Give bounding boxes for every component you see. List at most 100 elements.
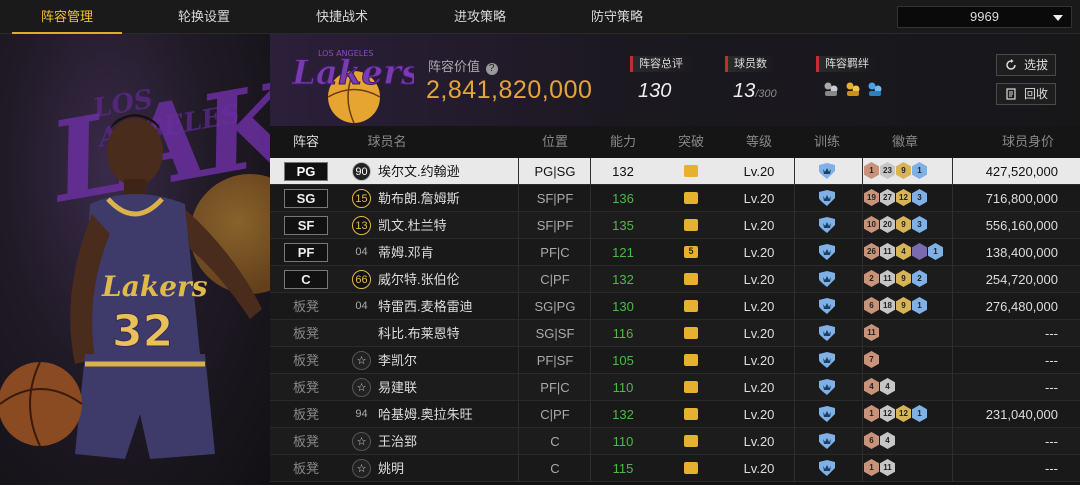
badge-hex-icon[interactable]: 1 [912,297,927,314]
roster-row[interactable]: SF 13 凯文.杜兰特 SF|PF 135 Lv.20 10 20 9 3 556,160,000 [270,212,1080,239]
training-shield-icon[interactable] [817,163,837,179]
badge-hex-icon[interactable]: 1 [912,162,927,179]
roster-row[interactable]: 板凳 ☆ 易建联 PF|C 110 Lv.20 4 4 --- [270,374,1080,401]
recycle-button[interactable]: 回收 [996,83,1056,105]
badge-hex-icon[interactable]: 19 [864,189,879,206]
badge-hex-icon[interactable]: 23 [880,162,895,179]
col-player-name[interactable]: 球员名 [352,126,422,158]
badge-hex-icon[interactable]: 3 [912,216,927,233]
col-level[interactable]: 等级 [724,126,794,158]
badge-hex-icon[interactable]: 12 [896,189,911,206]
breakthrough-crown-icon[interactable] [684,435,698,447]
badge-hex-icon[interactable] [912,243,927,260]
roster-row[interactable]: 板凳 94 哈基姆.奥拉朱旺 C|PF 132 Lv.20 1 12 12 1 231,040,00… [270,401,1080,428]
breakthrough-crown-icon[interactable]: 5 [684,246,698,258]
training-shield-icon[interactable] [817,433,837,449]
col-lineup[interactable]: 阵容 [284,126,328,158]
badge-hex-icon[interactable]: 4 [880,378,895,395]
breakthrough-crown-icon[interactable] [684,219,698,231]
lineup-slot-badge: SF [284,216,328,235]
tab-quick-tactics[interactable]: 快捷战术 [287,0,397,34]
training-shield-icon[interactable] [817,244,837,260]
select-button[interactable]: 选拔 [996,54,1056,76]
badge-hex-icon[interactable]: 9 [896,216,911,233]
badge-hex-icon[interactable]: 2 [864,270,879,287]
badge-hex-icon[interactable]: 11 [880,270,895,287]
breakthrough-crown-icon[interactable] [684,273,698,285]
badge-hex-icon[interactable]: 1 [912,405,927,422]
column-divider [952,158,953,185]
roster-row[interactable]: 板凳 ☆ 姚明 C 115 Lv.20 1 11 --- [270,455,1080,482]
col-ability[interactable]: 能力 [588,126,658,158]
badge-hex-icon[interactable]: 11 [864,324,879,341]
badge-hex-icon[interactable]: 1 [864,405,879,422]
breakthrough-crown-icon[interactable] [684,165,698,177]
col-player-value[interactable]: 球员身价 [978,126,1078,158]
breakthrough-crown-icon[interactable] [684,408,698,420]
badge-hex-icon[interactable]: 4 [896,243,911,260]
roster-row[interactable]: PF 04 蒂姆.邓肯 PF|C 121 5 Lv.20 26 11 4 1 138,400,000 [270,239,1080,266]
breakthrough-crown-icon[interactable] [684,327,698,339]
breakthrough-crown-icon[interactable] [684,381,698,393]
training-shield-icon[interactable] [817,271,837,287]
roster-row[interactable]: PG 90 埃尔文.约翰逊 PG|SG 132 Lv.20 1 23 9 1 427,520,000 [270,158,1080,185]
lineup-rating-value: 130 [638,80,672,102]
tab-defense-strategy[interactable]: 防守策略 [562,0,672,34]
badge-hex-icon[interactable]: 20 [880,216,895,233]
badge-hex-icon[interactable]: 6 [864,297,879,314]
training-shield-icon[interactable] [817,217,837,233]
training-shield-icon[interactable] [817,460,837,476]
badge-hex-icon[interactable]: 9 [896,270,911,287]
badge-hex-icon[interactable]: 1 [928,243,943,260]
training-shield-icon[interactable] [817,352,837,368]
roster-row[interactable]: 板凳 ☆ 王治郅 C 110 Lv.20 6 4 --- [270,428,1080,455]
player-level: Lv.20 [743,218,775,233]
column-divider [518,185,519,212]
col-badges[interactable]: 徽章 [870,126,940,158]
badge-hex-icon[interactable]: 12 [896,405,911,422]
tab-lineup-management[interactable]: 阵容管理 [12,0,122,34]
badge-hex-icon[interactable]: 7 [864,351,879,368]
badge-hex-icon[interactable]: 1 [864,162,879,179]
col-training[interactable]: 训练 [792,126,862,158]
training-shield-icon[interactable] [817,406,837,422]
roster-row[interactable]: 板凳 04 特雷西.麦格雷迪 SG|PG 130 Lv.20 6 18 9 1 276,480,00… [270,293,1080,320]
badge-hex-icon[interactable]: 6 [864,432,879,449]
badge-hex-icon[interactable]: 10 [864,216,879,233]
breakthrough-crown-icon[interactable] [684,462,698,474]
roster-row[interactable]: C 66 威尔特.张伯伦 C|PF 132 Lv.20 2 11 9 2 254,720,000 [270,266,1080,293]
badge-hex-icon[interactable]: 18 [880,297,895,314]
breakthrough-crown-icon[interactable] [684,300,698,312]
player-ability: 136 [612,191,634,206]
col-position[interactable]: 位置 [520,126,590,158]
player-position: PF|C [540,380,570,395]
badge-hex-icon[interactable]: 4 [880,432,895,449]
help-icon[interactable]: ? [485,63,498,75]
roster-row[interactable]: SG 15 勒布朗.詹姆斯 SF|PF 136 Lv.20 19 27 12 3 716,800,0… [270,185,1080,212]
breakthrough-crown-icon[interactable] [684,354,698,366]
badge-hex-icon[interactable]: 9 [896,297,911,314]
tab-offense-strategy[interactable]: 进攻策略 [425,0,535,34]
col-breakthrough[interactable]: 突破 [656,126,726,158]
badge-hex-icon[interactable]: 11 [880,459,895,476]
training-shield-icon[interactable] [817,190,837,206]
badge-hex-icon[interactable]: 27 [880,189,895,206]
training-shield-icon[interactable] [817,298,837,314]
player-value: 231,040,000 [985,407,1058,422]
training-shield-icon[interactable] [817,379,837,395]
training-shield-icon[interactable] [817,325,837,341]
badge-hex-icon[interactable]: 3 [912,189,927,206]
badge-hex-icon[interactable]: 9 [896,162,911,179]
tab-rotation-settings[interactable]: 轮换设置 [149,0,259,34]
badge-hex-icon[interactable]: 11 [880,243,895,260]
bond-icons[interactable] [822,80,884,98]
badge-hex-icon[interactable]: 2 [912,270,927,287]
breakthrough-crown-icon[interactable] [684,192,698,204]
lineup-select-dropdown[interactable]: 9969 [897,6,1072,28]
badge-hex-icon[interactable]: 12 [880,405,895,422]
badge-hex-icon[interactable]: 1 [864,459,879,476]
badge-hex-icon[interactable]: 26 [864,243,879,260]
roster-row[interactable]: 板凳 ☆ 李凯尔 PF|SF 105 Lv.20 7 --- [270,347,1080,374]
badge-hex-icon[interactable]: 4 [864,378,879,395]
roster-row[interactable]: 板凳 科比.布莱恩特 SG|SF 116 Lv.20 11 --- [270,320,1080,347]
